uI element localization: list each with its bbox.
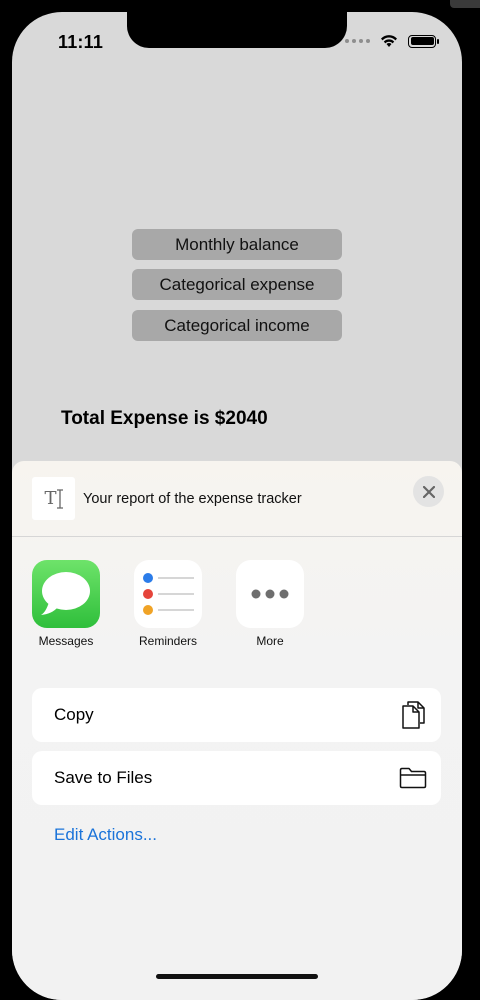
- share-sheet: T Your report of the expense tracker Mes…: [12, 461, 462, 1000]
- share-sheet-header: T Your report of the expense tracker: [12, 461, 462, 537]
- share-app-messages[interactable]: Messages: [32, 560, 100, 648]
- close-icon: [422, 485, 435, 498]
- status-time: 11:11: [58, 32, 104, 52]
- battery-icon: [408, 34, 439, 48]
- more-icon: [236, 560, 304, 628]
- share-app-label: Reminders: [138, 634, 198, 648]
- wifi-icon: [381, 35, 397, 47]
- share-app-label: More: [256, 634, 284, 648]
- categorical-income-button[interactable]: Categorical income: [132, 310, 342, 341]
- folder-icon: [399, 767, 427, 789]
- phone-screen: 11:11 Monthly balance Categorical expens…: [12, 12, 462, 1000]
- notch: [127, 12, 347, 48]
- copy-action-label: Copy: [54, 705, 94, 724]
- share-app-label: Messages: [38, 634, 94, 648]
- edit-actions-link[interactable]: Edit Actions...: [54, 825, 157, 845]
- text-document-icon: T: [44, 488, 57, 509]
- reminders-icon: [134, 560, 202, 628]
- copy-action[interactable]: Copy: [32, 688, 441, 742]
- document-thumbnail: T: [32, 477, 75, 520]
- text-cursor-icon: [56, 488, 63, 509]
- home-indicator[interactable]: [156, 974, 318, 979]
- total-expense-label: Total Expense is $2040: [61, 408, 268, 429]
- save-to-files-label: Save to Files: [54, 768, 153, 787]
- share-app-reminders[interactable]: Reminders: [134, 560, 202, 648]
- share-app-more[interactable]: More: [236, 560, 304, 648]
- categorical-expense-button[interactable]: Categorical expense: [132, 269, 342, 300]
- status-icons: [345, 34, 439, 48]
- messages-icon: [32, 560, 100, 628]
- copy-icon: [402, 701, 425, 729]
- close-button[interactable]: [413, 476, 444, 507]
- share-sheet-title: Your report of the expense tracker: [83, 491, 302, 507]
- window-corner-fragment: [450, 0, 480, 8]
- monthly-balance-button[interactable]: Monthly balance: [132, 229, 342, 260]
- cellular-signal-icon: [345, 39, 370, 43]
- save-to-files-action[interactable]: Save to Files: [32, 751, 441, 805]
